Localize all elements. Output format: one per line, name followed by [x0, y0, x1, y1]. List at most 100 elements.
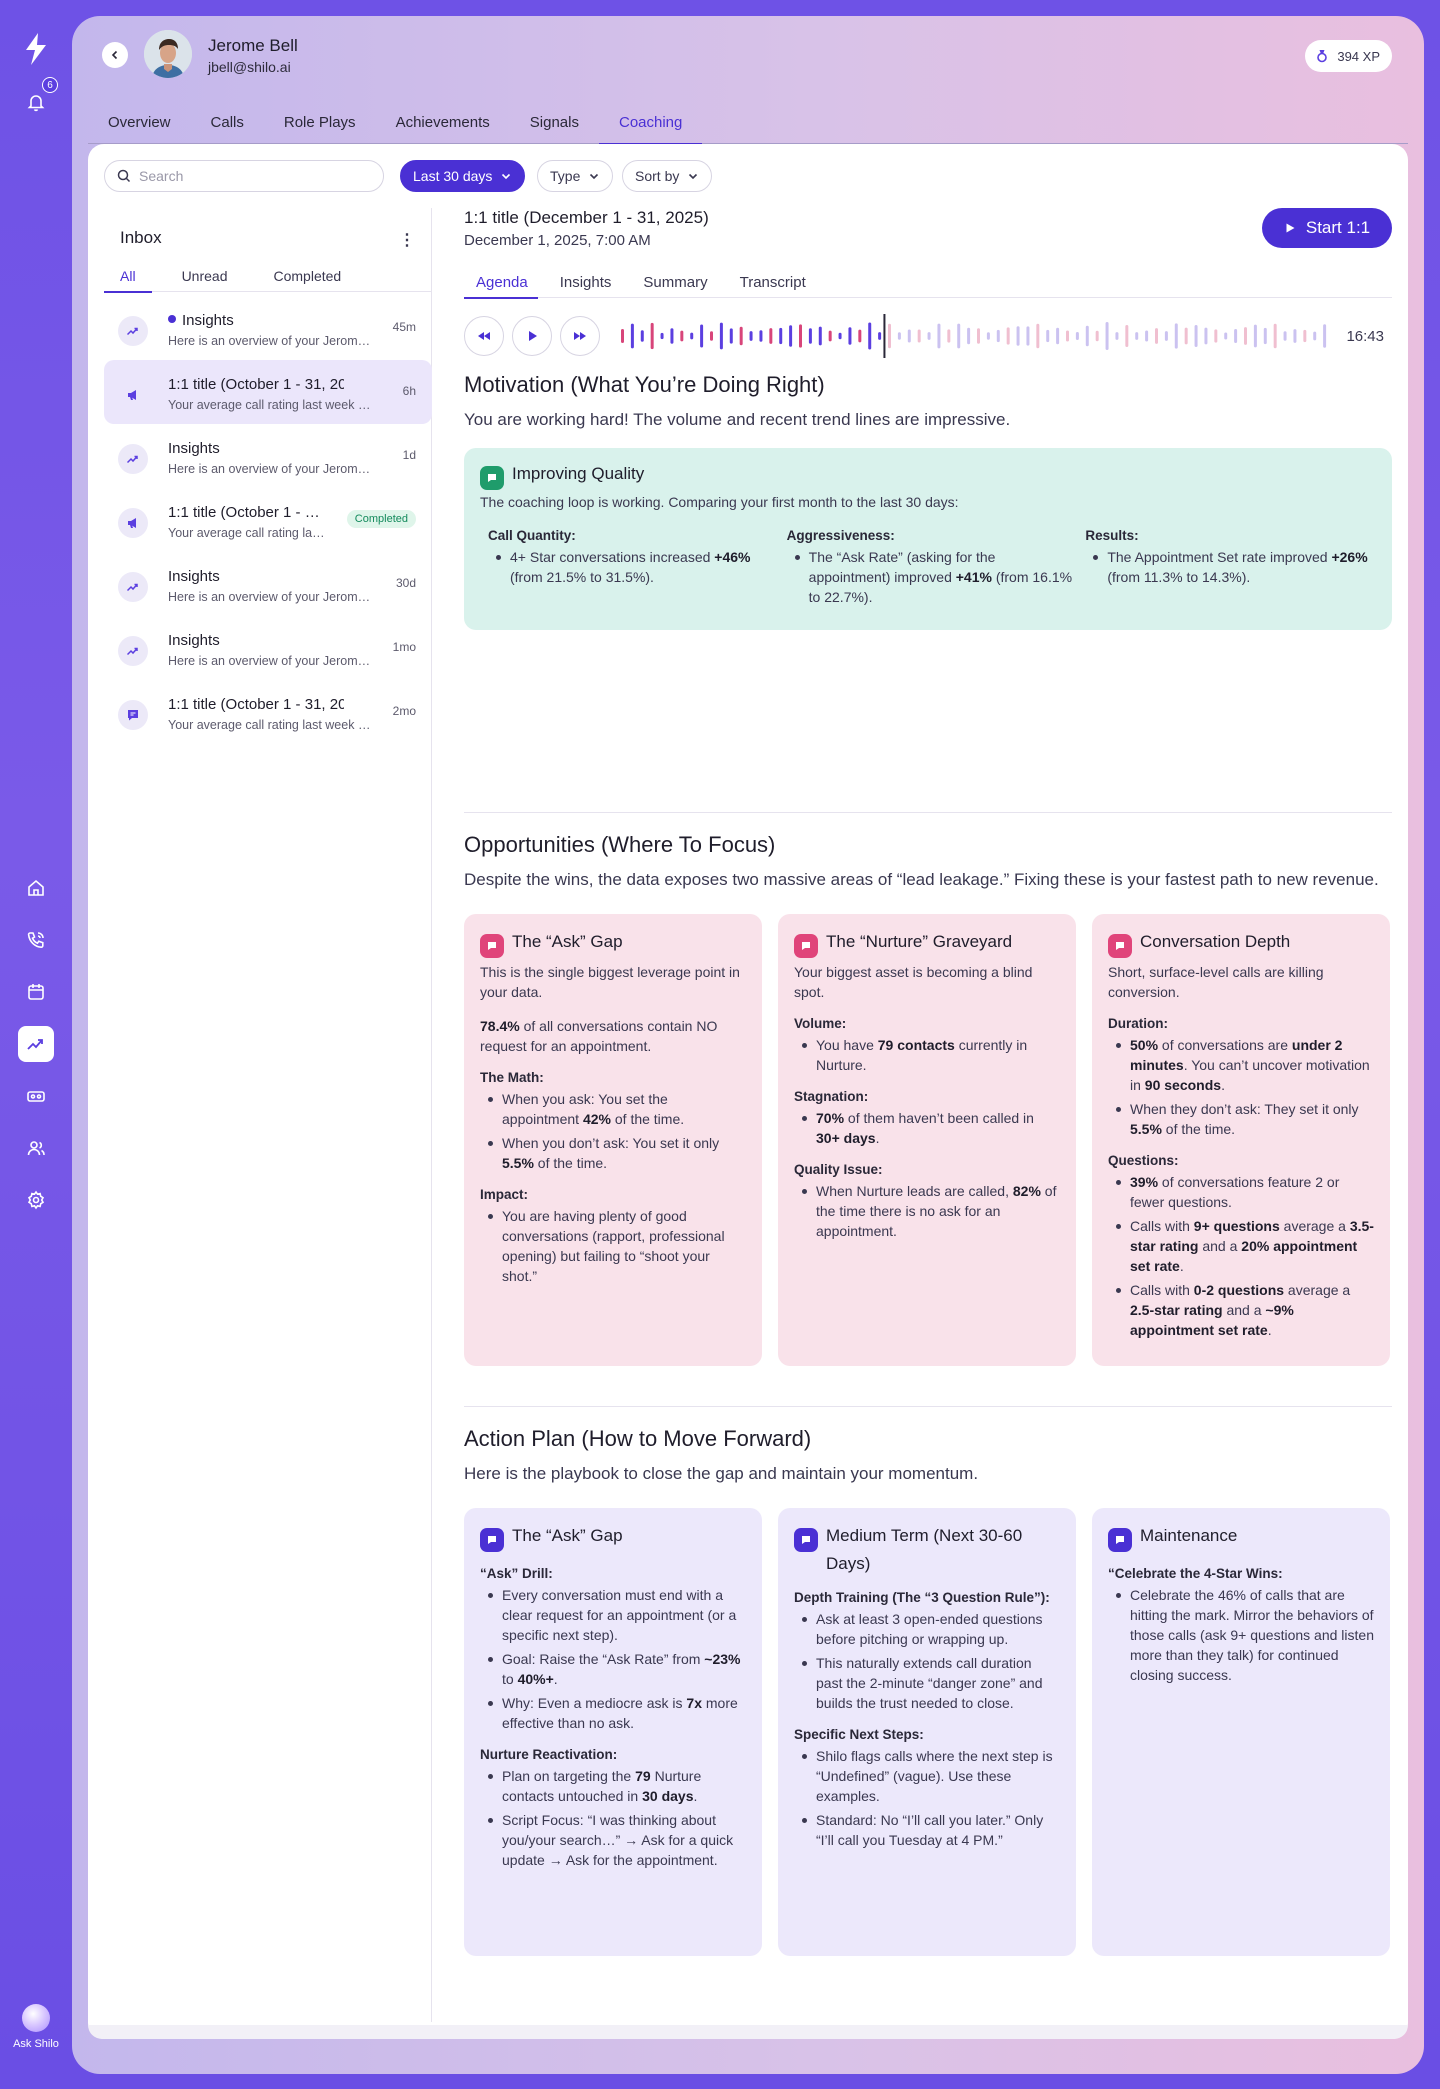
- date-filter-dropdown[interactable]: Last 30 days: [400, 160, 526, 192]
- user-name: Jerome Bell: [208, 36, 298, 55]
- notification-count-badge: 6: [42, 77, 58, 93]
- inbox-tab-unread[interactable]: Unread: [166, 260, 244, 292]
- waveform-bar: [858, 329, 862, 343]
- users-icon[interactable]: [18, 1130, 54, 1166]
- ask-shilo-button[interactable]: Ask Shilo: [6, 2004, 66, 2050]
- tab-transcript[interactable]: Transcript: [730, 266, 816, 298]
- section-divider: [464, 812, 1392, 813]
- opportunities-heading: Opportunities (Where To Focus): [464, 832, 776, 857]
- inbox-item[interactable]: 1:1 title (October 1 - 31, 2025) Your av…: [104, 360, 432, 424]
- home-icon[interactable]: [18, 870, 54, 906]
- motivation-heading: Motivation (What You’re Doing Right): [464, 372, 825, 397]
- inbox-list: Insights Here is an overview of your Jer…: [104, 296, 432, 744]
- calendar-icon[interactable]: [18, 974, 54, 1010]
- horizontal-scrollbar[interactable]: [88, 2025, 1408, 2039]
- improving-quality-card: Improving Quality The coaching loop is w…: [464, 448, 1392, 630]
- ask-gap-card: The “Ask” Gap This is the single biggest…: [464, 914, 762, 1366]
- play-icon: [1286, 223, 1295, 233]
- inbox-tab-completed[interactable]: Completed: [257, 260, 357, 292]
- inbox-item[interactable]: Insights Here is an overview of your Jer…: [104, 552, 432, 616]
- search-icon: [117, 169, 131, 183]
- inbox-item[interactable]: Insights Here is an overview of your Jer…: [104, 616, 432, 680]
- message-icon: [480, 934, 504, 958]
- start-session-label: Start 1:1: [1305, 218, 1371, 237]
- waveform-bar: [808, 328, 812, 344]
- tab-summary[interactable]: Summary: [633, 266, 717, 298]
- waveform-bar: [1066, 330, 1069, 342]
- improving-quality-subtitle: The coaching loop is working. Comparing …: [480, 494, 959, 510]
- type-filter-dropdown[interactable]: Type: [537, 160, 614, 192]
- inbox-item-subtitle: Your average call rating last week: [168, 526, 328, 540]
- waveform-bar: [1016, 326, 1020, 346]
- search-input[interactable]: Search: [104, 160, 384, 192]
- tab-calls[interactable]: Calls: [191, 100, 264, 144]
- waveform-bar: [1046, 329, 1050, 343]
- coaching-trend-icon[interactable]: [18, 1026, 54, 1062]
- playhead[interactable]: [883, 314, 886, 358]
- xp-badge[interactable]: 394 XP: [1305, 40, 1392, 72]
- waveform-bar: [1194, 325, 1198, 347]
- waveform-bar: [1293, 329, 1297, 343]
- waveform-bar: [700, 324, 704, 348]
- shilo-logo[interactable]: [22, 32, 50, 66]
- motivation-section: Motivation (What You’re Doing Right) You…: [464, 372, 1392, 630]
- waveform-bar: [1164, 331, 1168, 341]
- phone-icon[interactable]: [18, 922, 54, 958]
- sort-dropdown[interactable]: Sort by: [622, 160, 713, 192]
- tab-achievements[interactable]: Achievements: [376, 100, 510, 144]
- waveform-bar: [838, 332, 842, 340]
- xp-value: 394 XP: [1337, 48, 1380, 64]
- play-button[interactable]: [512, 316, 552, 356]
- waveform-bar: [1105, 322, 1109, 350]
- waveform-bar: [680, 330, 684, 342]
- audio-waveform[interactable]: [620, 314, 1332, 358]
- rewind-button[interactable]: [464, 316, 504, 356]
- tab-insights[interactable]: Insights: [550, 266, 622, 298]
- inbox-tab-all[interactable]: All: [104, 260, 152, 293]
- inbox-item-title: Insights: [168, 312, 344, 329]
- tab-agenda[interactable]: Agenda: [464, 266, 538, 299]
- tab-coaching[interactable]: Coaching: [598, 100, 703, 145]
- waveform-bar: [640, 330, 644, 342]
- session-title: 1:1 title (December 1 - 31, 2025): [464, 208, 709, 227]
- session-tabs: Agenda Insights Summary Transcript: [464, 266, 1392, 299]
- tab-overview[interactable]: Overview: [88, 100, 191, 144]
- inbox-item-title: 1:1 title (October 1 - 31, 2025): [168, 696, 344, 713]
- settings-gear-icon[interactable]: [18, 1182, 54, 1218]
- waveform-bar: [977, 328, 980, 344]
- type-filter-label: Type: [550, 168, 581, 184]
- inbox-item[interactable]: Insights Here is an overview of your Jer…: [104, 424, 432, 488]
- metric-aggressiveness: Aggressiveness: The “Ask Rate” (asking f…: [779, 528, 1078, 607]
- maintenance-plan-card: Maintenance “Celebrate the 4-Star Wins: …: [1092, 1508, 1390, 1956]
- inbox-item[interactable]: Insights Here is an overview of your Jer…: [104, 296, 432, 360]
- waveform-bar: [986, 332, 990, 340]
- vr-headset-icon[interactable]: [18, 1078, 54, 1114]
- medium-term-plan-card: Medium Term (Next 30-60 Days) Depth Trai…: [778, 1508, 1076, 1956]
- start-session-button[interactable]: Start 1:1: [1262, 208, 1392, 248]
- inbox-panel: Inbox ⋮ All Unread Completed Insights He…: [104, 208, 432, 2022]
- more-options-icon[interactable]: ⋮: [399, 230, 415, 250]
- action-plan-cards: The “Ask” Gap “Ask” Drill: Every convers…: [464, 1508, 1392, 1956]
- waveform-bar: [1095, 330, 1099, 342]
- tab-role-plays[interactable]: Role Plays: [264, 100, 376, 144]
- medal-icon: [1317, 50, 1328, 63]
- waveform-bar: [1145, 330, 1149, 342]
- inbox-item[interactable]: 1:1 title (October 1 - 31, 2025) Your av…: [104, 488, 432, 552]
- waveform-bar: [749, 331, 753, 341]
- improving-quality-columns: Call Quantity: 4+ Star conversations inc…: [480, 528, 1376, 607]
- tab-signals[interactable]: Signals: [510, 100, 599, 144]
- message-icon: [480, 466, 504, 490]
- inbox-item[interactable]: 1:1 title (October 1 - 31, 2025) Your av…: [104, 680, 432, 744]
- inbox-item-subtitle: Your average call rating last week was: [168, 398, 376, 412]
- waveform-bar: [1214, 329, 1218, 343]
- waveform-bar: [1224, 332, 1228, 340]
- main-shell: Jerome Bell jbell@shilo.ai 394 XP Overvi…: [72, 16, 1424, 2074]
- fast-forward-button[interactable]: [560, 316, 600, 356]
- back-button[interactable]: [102, 42, 128, 68]
- waveform-bar: [1056, 327, 1060, 345]
- coaching-detail: 1:1 title (December 1 - 31, 2025) Decemb…: [464, 208, 1392, 1956]
- inbox-item-time: 1mo: [392, 640, 416, 654]
- waveform-bar: [1283, 331, 1287, 341]
- waveform-bar: [1135, 332, 1139, 340]
- date-filter-label: Last 30 days: [413, 168, 493, 184]
